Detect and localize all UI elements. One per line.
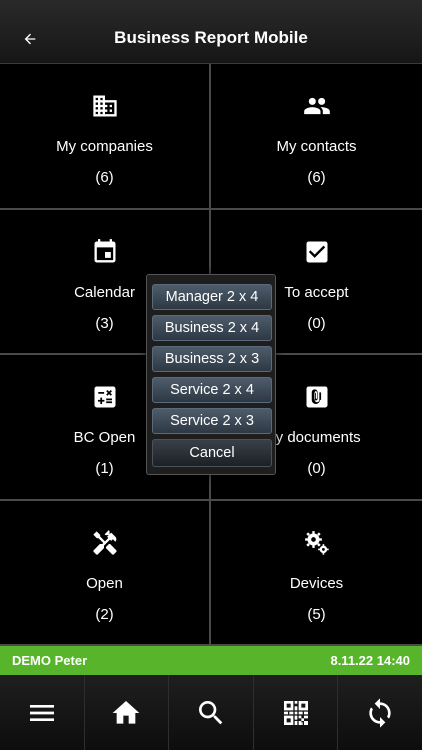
people-icon [303,92,331,120]
tile-count: (5) [307,605,326,623]
home-icon [113,700,140,724]
tools-icon [91,529,119,557]
tile-devices[interactable]: Devices (5) [211,500,422,646]
tile-label: My companies [56,138,153,155]
tile-count: (6) [307,169,326,186]
popup-option-service-2x3[interactable]: Service 2 x 3 [152,408,272,434]
popup-option-manager-2x4[interactable]: Manager 2 x 4 [152,284,272,310]
tile-count: (0) [307,314,326,332]
tile-count: (0) [307,460,326,477]
sync-icon [369,697,391,728]
menu-icon [29,704,54,721]
tile-my-companies[interactable]: My companies (6) [0,64,211,210]
cancel-button[interactable]: Cancel [152,439,272,467]
search-icon [198,700,223,724]
tile-label: Calendar [74,283,135,301]
tile-label: My contacts [276,138,357,155]
sync-button[interactable] [338,675,422,750]
qr-scan-button[interactable] [254,675,339,750]
app-screen: Business Report Mobile My companies (6) … [0,0,422,750]
tile-label: ly documents [272,429,361,446]
attachment-icon [303,383,331,411]
tile-count: (2) [95,605,114,623]
tile-label: BC Open [73,429,136,446]
popup-option-business-2x3[interactable]: Business 2 x 3 [152,346,272,372]
search-button[interactable] [169,675,254,750]
calculator-icon [91,383,119,411]
tile-label: Devices [289,574,344,592]
gears-icon [303,529,331,557]
home-button[interactable] [85,675,170,750]
tile-my-contacts[interactable]: My contacts (6) [211,64,422,210]
qr-code-icon [283,700,308,725]
bottom-nav [0,675,422,750]
tile-count: (3) [95,314,114,332]
building-icon [91,92,119,120]
menu-button[interactable] [0,675,85,750]
tile-count: (1) [95,460,114,477]
tile-label: Open [86,574,123,592]
tile-open[interactable]: Open (2) [0,500,211,646]
status-bar: DEMO Peter 8.11.22 14:40 [0,646,422,675]
user-name: DEMO Peter [12,653,88,668]
header-bar: Business Report Mobile [0,0,422,64]
page-title: Business Report Mobile [114,28,308,47]
checkbox-icon [303,238,331,266]
calendar-icon [91,238,119,266]
popup-option-business-2x4[interactable]: Business 2 x 4 [152,315,272,341]
tile-count: (6) [95,169,114,186]
layout-popup-menu: Manager 2 x 4 Business 2 x 4 Business 2 … [146,274,276,475]
status-datetime: 8.11.22 14:40 [330,653,410,668]
tile-label: To accept [284,283,349,301]
popup-option-service-2x4[interactable]: Service 2 x 4 [152,377,272,403]
